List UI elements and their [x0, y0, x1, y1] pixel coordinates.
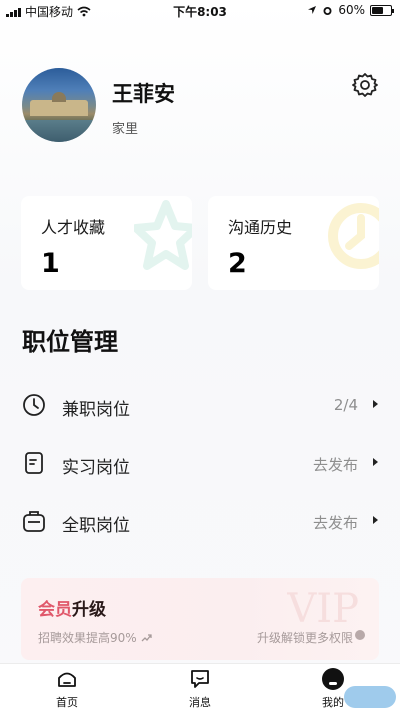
avatar[interactable]: [22, 68, 96, 142]
location-arrow-icon: [308, 6, 317, 14]
clock-icon: [23, 394, 45, 416]
tab-bar: 首页 消息 我的: [0, 663, 400, 711]
vip-subtitle-text: 招聘效果提高90%: [38, 631, 137, 645]
home-icon: [58, 672, 76, 687]
clock-decoration-icon: [328, 203, 379, 269]
section-title: 职位管理: [22, 328, 118, 356]
list-item-label: 兼职岗位: [62, 400, 130, 420]
chevron-circle-icon: [355, 630, 365, 640]
profile-location: 家里: [112, 122, 139, 137]
list-item-value: 去发布: [312, 514, 358, 532]
list-item-full-time[interactable]: 全职岗位 去发布: [0, 501, 400, 541]
stat-label: 沟通历史: [228, 218, 293, 237]
list-item-part-time[interactable]: 兼职岗位 2/4: [0, 385, 400, 425]
status-bar: 中国移动 下午8:03 60%: [0, 0, 400, 22]
stat-label: 人才收藏: [41, 218, 106, 237]
document-icon: [25, 452, 43, 474]
alarm-icon: [323, 6, 332, 15]
stat-value: 1: [41, 248, 60, 279]
vip-watermark: VIP: [287, 586, 359, 632]
tab-label: 消息: [189, 696, 211, 709]
profile-icon: [322, 668, 344, 690]
watermark-badge: [344, 686, 396, 708]
trend-up-icon: [141, 634, 152, 642]
vip-cta[interactable]: 升级解锁更多权限: [257, 629, 353, 646]
vip-title: 会员升级: [38, 595, 106, 620]
list-item-value: 去发布: [312, 456, 358, 474]
star-icon: [134, 200, 192, 270]
tab-messages[interactable]: 消息: [155, 668, 245, 710]
status-right: 60%: [307, 3, 394, 17]
list-item-label: 全职岗位: [62, 516, 130, 536]
profile-name: 王菲安: [112, 82, 175, 106]
chat-history-card[interactable]: 沟通历史 2: [208, 196, 379, 290]
tab-home[interactable]: 首页: [22, 668, 112, 710]
stat-value: 2: [228, 248, 247, 279]
vip-subtitle: 招聘效果提高90%: [38, 629, 152, 646]
chevron-right-icon: [373, 458, 378, 466]
briefcase-icon: [23, 511, 45, 532]
chevron-right-icon: [373, 400, 378, 408]
battery-icon: [370, 4, 394, 16]
list-item-label: 实习岗位: [62, 458, 130, 478]
message-icon: [191, 670, 209, 688]
vip-title-member: 会员: [38, 600, 72, 620]
list-item-internship[interactable]: 实习岗位 去发布: [0, 443, 400, 483]
vip-title-upgrade: 升级: [72, 600, 106, 620]
list-item-value: 2/4: [333, 396, 358, 414]
gear-icon[interactable]: [352, 72, 378, 98]
chevron-right-icon: [373, 516, 378, 524]
vip-upgrade-banner[interactable]: VIP 会员升级 招聘效果提高90% 升级解锁更多权限: [21, 578, 379, 660]
tab-label: 首页: [56, 696, 78, 709]
talent-favorites-card[interactable]: 人才收藏 1: [21, 196, 192, 290]
battery-percent: 60%: [338, 3, 365, 17]
